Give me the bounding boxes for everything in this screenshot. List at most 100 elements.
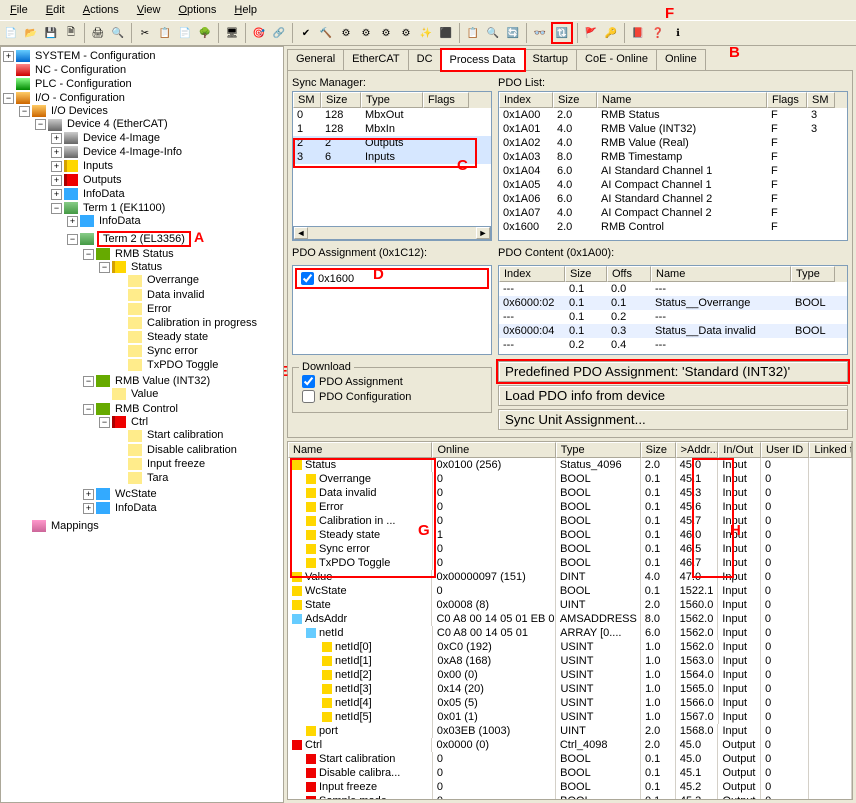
tree-node-label[interactable]: Disable calibration — [145, 444, 239, 456]
pdo-configuration-download-check[interactable]: PDO Configuration — [301, 389, 483, 404]
tree-node-label[interactable]: Tara — [145, 472, 170, 484]
pdo-list-row[interactable]: 0x1A014.0RMB Value (INT32)F3 — [499, 122, 847, 136]
tree-expander[interactable]: + — [51, 189, 62, 200]
pdo-content-list[interactable]: IndexSizeOffsNameType ---0.10.0---0x6000… — [498, 265, 848, 355]
tree-icon[interactable]: 🌳 — [196, 24, 214, 42]
sync-manager-row[interactable]: 22Outputs — [293, 136, 491, 150]
menu-view[interactable]: View — [133, 2, 165, 18]
tree-expander[interactable]: + — [51, 147, 62, 158]
gear2-icon[interactable]: ⚙ — [357, 24, 375, 42]
menu-file[interactable]: File — [6, 2, 32, 18]
tab-process-data[interactable]: Process Data — [441, 49, 525, 71]
pdo-content-row[interactable]: ---0.20.4--- — [499, 338, 847, 352]
pdo-content-row[interactable]: ---0.10.2--- — [499, 310, 847, 324]
spectacles-icon[interactable]: 👓 — [531, 24, 549, 42]
tree-node-label[interactable]: Mappings — [49, 520, 101, 532]
variable-row[interactable]: netId[3]0x14 (20)USINT1.01565.0Input0 — [288, 682, 852, 696]
refresh-icon[interactable]: 🔄 — [504, 24, 522, 42]
pdo-list[interactable]: IndexSizeNameFlagsSM 0x1A002.0RMB Status… — [498, 91, 848, 241]
tab-dc[interactable]: DC — [408, 49, 442, 70]
variable-row[interactable]: Calibration in ...0BOOL0.145.7Input0 — [288, 514, 852, 528]
variable-row[interactable]: State0x0008 (8)UINT2.01560.0Input0 — [288, 598, 852, 612]
tree-node-label[interactable]: InfoData — [113, 502, 159, 514]
tree-expander[interactable]: − — [3, 93, 14, 104]
pdo-assignment-list[interactable]: 0x1600 D — [292, 265, 492, 355]
variable-row[interactable]: netIdC0 A8 00 14 05 01ARRAY [0....6.0156… — [288, 626, 852, 640]
wand-icon[interactable]: ✨ — [417, 24, 435, 42]
load-pdo-button[interactable]: Load PDO info from device — [498, 385, 848, 406]
search-icon[interactable]: 🔍 — [484, 24, 502, 42]
variable-row[interactable]: Status0x0100 (256)Status_40962.045.0Inpu… — [288, 458, 852, 472]
tree-node-label[interactable]: I/O - Configuration — [33, 92, 127, 104]
variable-row[interactable]: Ctrl0x0000 (0)Ctrl_40982.045.0Output0 — [288, 738, 852, 752]
tree-node-label[interactable]: RMB Status — [113, 248, 176, 260]
tree-expander[interactable]: + — [3, 51, 14, 62]
tree-node-label[interactable]: Calibration in progress — [145, 317, 259, 329]
variable-row[interactable]: TxPDO Toggle0BOOL0.146.7Input0 — [288, 556, 852, 570]
tree-node-label[interactable]: RMB Value (INT32) — [113, 375, 212, 387]
variable-row[interactable]: Data invalid0BOOL0.145.3Input0 — [288, 486, 852, 500]
target-icon[interactable]: 🎯 — [250, 24, 268, 42]
tree-node-label[interactable]: Steady state — [145, 331, 210, 343]
tab-online[interactable]: Online — [656, 49, 706, 70]
menu-options[interactable]: Options — [174, 2, 220, 18]
tree-expander[interactable]: + — [51, 175, 62, 186]
tree-node-label[interactable]: InfoData — [81, 188, 127, 200]
tree-node-label[interactable]: Outputs — [81, 174, 124, 186]
variable-row[interactable]: Sample mode0BOOL0.145.3Output0 — [288, 794, 852, 800]
tree-expander[interactable]: + — [83, 489, 94, 500]
gear3-icon[interactable]: ⚙ — [377, 24, 395, 42]
pdo-assign-item[interactable]: 0x1600 — [300, 271, 484, 286]
tree-node-label[interactable]: Value — [129, 388, 160, 400]
pdo-assign-checkbox[interactable] — [301, 272, 314, 285]
tree-expander[interactable]: − — [51, 203, 62, 214]
pdo-list-row[interactable]: 0x1A046.0AI Standard Channel 1F — [499, 164, 847, 178]
pdo-list-row[interactable]: 0x1A024.0RMB Value (Real)F — [499, 136, 847, 150]
tree-node-label[interactable]: Status — [129, 261, 164, 273]
tree-expander[interactable]: − — [35, 119, 46, 130]
preview-icon[interactable]: 🔍 — [109, 24, 127, 42]
saveall-icon[interactable]: 🗎 — [62, 24, 80, 42]
save-icon[interactable]: 💾 — [42, 24, 60, 42]
tree-node-label[interactable]: Device 4-Image — [81, 132, 162, 144]
column-header[interactable]: Linked t — [809, 442, 852, 458]
column-header[interactable]: In/Out — [718, 442, 761, 458]
tree-node-label[interactable]: Overrange — [145, 274, 201, 286]
tree-expander[interactable]: + — [67, 216, 78, 227]
tree-node-label[interactable]: WcState — [113, 488, 159, 500]
tree-expander[interactable]: − — [99, 417, 110, 428]
sync-unit-button[interactable]: Sync Unit Assignment... — [498, 409, 848, 430]
cut-icon[interactable]: ✂ — [136, 24, 154, 42]
tree-expander[interactable]: − — [83, 376, 94, 387]
new-icon[interactable]: 📄 — [2, 24, 20, 42]
flag-icon[interactable]: 🚩 — [582, 24, 600, 42]
stop-icon[interactable]: ⬛ — [437, 24, 455, 42]
sync-manager-row[interactable]: 1128MbxIn — [293, 122, 491, 136]
pdo-list-row[interactable]: 0x16002.0RMB ControlF — [499, 220, 847, 234]
net-icon[interactable]: 🔗 — [270, 24, 288, 42]
column-header[interactable]: Name — [288, 442, 432, 458]
tree-node-label[interactable]: TxPDO Toggle — [145, 359, 220, 371]
tree-node-label[interactable]: SYSTEM - Configuration — [33, 50, 157, 62]
column-header[interactable]: User ID — [761, 442, 809, 458]
pdo-content-row[interactable]: ---0.10.0--- — [499, 282, 847, 296]
column-header[interactable]: Online — [432, 442, 555, 458]
menu-help[interactable]: Help — [230, 2, 261, 18]
paste-icon[interactable]: 📄 — [176, 24, 194, 42]
pdo-content-row[interactable]: 0x6000:040.10.3Status__Data invalidBOOL — [499, 324, 847, 338]
tree-expander[interactable]: − — [83, 249, 94, 260]
variable-row[interactable]: Sync error0BOOL0.146.5Input0 — [288, 542, 852, 556]
tree-node-label[interactable]: Term 1 (EK1100) — [81, 202, 167, 214]
tree-node-label[interactable]: Term 2 (EL3356) — [101, 233, 187, 245]
tab-startup[interactable]: Startup — [524, 49, 577, 70]
variable-row[interactable]: Error0BOOL0.145.6Input0 — [288, 500, 852, 514]
book-icon[interactable]: 📕 — [629, 24, 647, 42]
menu-actions[interactable]: Actions — [79, 2, 123, 18]
pdo-list-row[interactable]: 0x1A074.0AI Compact Channel 2F — [499, 206, 847, 220]
pdo-content-row[interactable]: 0x6000:020.10.1Status__OverrangeBOOL — [499, 296, 847, 310]
tree-expander[interactable]: − — [67, 234, 78, 245]
tab-ethercat[interactable]: EtherCAT — [343, 49, 408, 70]
predefined-pdo-button[interactable]: Predefined PDO Assignment: 'Standard (IN… — [498, 361, 848, 382]
tree-expander[interactable]: + — [83, 503, 94, 514]
variable-row[interactable]: AdsAddrC0 A8 00 14 05 01 EB 03AMSADDRESS… — [288, 612, 852, 626]
